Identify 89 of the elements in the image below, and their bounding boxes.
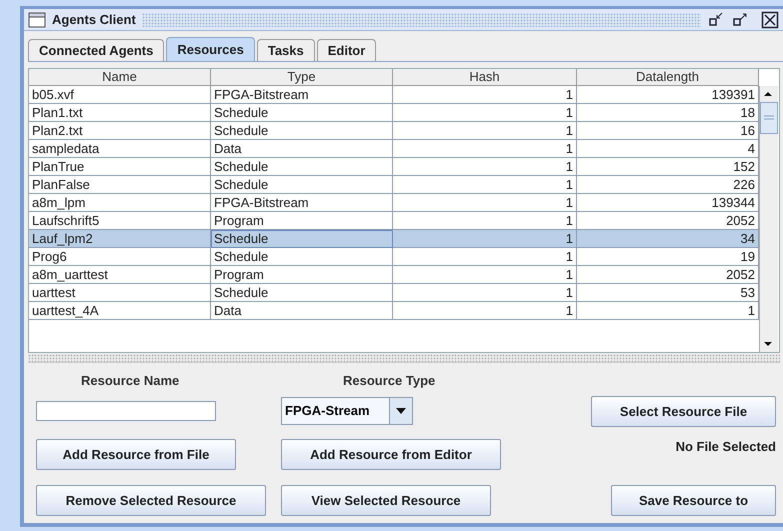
table-cell: 1: [393, 266, 577, 284]
table-cell: Schedule: [211, 248, 393, 266]
table-cell: 34: [577, 230, 759, 248]
table-cell: Program: [211, 212, 393, 230]
table-cell: 19: [577, 248, 759, 266]
tab[interactable]: Resources: [166, 37, 255, 61]
file-status-label: No File Selected: [676, 439, 776, 454]
table-cell: a8m_lpm: [29, 194, 211, 212]
tab[interactable]: Tasks: [256, 39, 315, 61]
field-label: Resource Name: [81, 372, 180, 388]
select-file-button[interactable]: Select Resource File: [591, 396, 776, 426]
table-cell: 18: [577, 104, 759, 122]
save-button[interactable]: Save Resource to: [611, 484, 776, 516]
table-cell: 16: [577, 122, 759, 140]
table-cell: 1: [393, 104, 577, 122]
table-cell: Plan2.txt: [29, 122, 211, 140]
table-cell: 139344: [577, 194, 759, 212]
table-row[interactable]: uarttest Schedule 1 53: [29, 284, 759, 302]
dropdown-caret-icon: [395, 407, 407, 415]
add-from-file-button[interactable]: Add Resource from File: [36, 438, 236, 470]
table-cell: Schedule: [211, 176, 393, 194]
table-row[interactable]: Plan1.txt Schedule 1 18: [29, 104, 759, 122]
maximize-button[interactable]: [731, 10, 749, 28]
table-cell: a8m_uarttest: [29, 266, 211, 284]
scrollbar[interactable]: [759, 86, 778, 352]
view-button[interactable]: View Selected Resource: [281, 484, 491, 516]
table-cell: 1: [393, 158, 577, 176]
table-cell: 1: [393, 302, 577, 320]
table-cell: FPGA-Bitstream: [211, 194, 393, 212]
table-cell: uarttest: [29, 284, 211, 302]
table-row[interactable]: uarttest_4A Data 1 1: [29, 302, 759, 320]
table-row[interactable]: a8m_lpm FPGA-Bitstream 1 139344: [29, 194, 759, 212]
table-cell: 1: [577, 302, 759, 320]
resource-type-dropdown[interactable]: FPGA-Stream: [281, 397, 413, 425]
remove-button[interactable]: Remove Selected Resource: [36, 484, 266, 516]
table-cell: 1: [393, 194, 577, 212]
column-header[interactable]: Name: [29, 69, 211, 86]
table-cell: PlanTrue: [29, 158, 211, 176]
table-row[interactable]: Prog6 Schedule 1 19: [29, 248, 759, 266]
minimize-button[interactable]: [707, 10, 725, 28]
table-cell: Program: [211, 266, 393, 284]
table-cell: Schedule: [211, 284, 393, 302]
table-cell: 1: [393, 248, 577, 266]
table-cell: FPGA-Bitstream: [211, 86, 393, 104]
table-cell: 2052: [577, 266, 759, 284]
table-cell: 4: [577, 140, 759, 158]
window-title: Agents Client: [52, 12, 136, 27]
title-bar-grip[interactable]: [142, 12, 701, 26]
table-cell: 1: [393, 176, 577, 194]
table-row[interactable]: Plan2.txt Schedule 1 16: [29, 122, 759, 140]
table-row[interactable]: sampledata Data 1 4: [29, 140, 759, 158]
table-cell: PlanFalse: [29, 176, 211, 194]
table-cell: 152: [577, 158, 759, 176]
table-cell: 1: [393, 122, 577, 140]
tab[interactable]: Editor: [316, 39, 376, 61]
table-cell: 1: [393, 86, 577, 104]
window-icon: [28, 12, 46, 28]
table-cell: 1: [393, 284, 577, 302]
table-cell: 1: [393, 230, 577, 248]
table-cell: sampledata: [29, 140, 211, 158]
table-row[interactable]: a8m_uarttest Program 1 2052: [29, 266, 759, 284]
table-cell: 53: [577, 284, 759, 302]
table-cell: Lauf_lpm2: [29, 230, 211, 248]
resource-name-field[interactable]: [36, 401, 216, 421]
table-row[interactable]: PlanFalse Schedule 1 226: [29, 176, 759, 194]
table-row[interactable]: PlanTrue Schedule 1 152: [29, 158, 759, 176]
table-cell: Schedule: [211, 230, 393, 248]
add-from-editor-button[interactable]: Add Resource from Editor: [281, 438, 501, 470]
table-cell: b05.xvf: [29, 86, 211, 104]
table-cell: Prog6: [29, 248, 211, 266]
table-row[interactable]: b05.xvf FPGA-Bitstream 1 139391: [29, 86, 759, 104]
table-cell: 1: [393, 140, 577, 158]
field-label: Resource Type: [343, 372, 436, 388]
scroll-thumb[interactable]: [760, 102, 778, 134]
column-header[interactable]: Hash: [393, 69, 577, 86]
table-cell: Plan1.txt: [29, 104, 211, 122]
table-cell: Schedule: [211, 104, 393, 122]
table-cell: 226: [577, 176, 759, 194]
table-row[interactable]: Lauf_lpm2 Schedule 1 34: [29, 230, 759, 248]
column-header[interactable]: Datalength: [577, 69, 759, 86]
table-cell: Schedule: [211, 122, 393, 140]
table-cell: Data: [211, 302, 393, 320]
tab[interactable]: Connected Agents: [28, 39, 164, 61]
table-cell: uarttest_4A: [29, 302, 211, 320]
column-header[interactable]: Type: [211, 69, 393, 86]
close-button[interactable]: [761, 10, 779, 28]
table-cell: Schedule: [211, 158, 393, 176]
table-cell: 139391: [577, 86, 759, 104]
table-cell: Data: [211, 140, 393, 158]
